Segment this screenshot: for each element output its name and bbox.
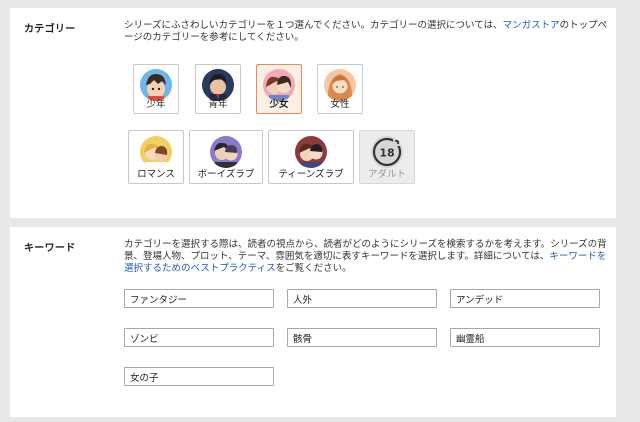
keyword-input-3[interactable] bbox=[450, 289, 600, 308]
teens-love-avatar-icon bbox=[295, 136, 327, 168]
keyword-input-7[interactable] bbox=[124, 367, 274, 386]
category-tile-label: 少女 bbox=[269, 99, 289, 110]
category-tile-label: アダルト bbox=[367, 169, 406, 180]
boys-love-avatar-icon bbox=[210, 136, 242, 168]
keyword-input-2[interactable] bbox=[287, 289, 437, 308]
category-tile-label: ティーンズラブ bbox=[278, 169, 344, 180]
category-tile-label: ロマンス bbox=[137, 169, 175, 180]
keyword-label: キーワード bbox=[24, 243, 76, 254]
category-tile-romance[interactable]: ロマンス bbox=[128, 130, 184, 184]
category-tile-josei[interactable]: 女性 bbox=[317, 64, 363, 114]
category-tile-label: 女性 bbox=[330, 99, 350, 110]
18-plus-icon-text: 18 bbox=[379, 147, 394, 160]
category-tile-boys-love[interactable]: ボーイズラブ bbox=[189, 130, 263, 184]
keyword-section: キーワード カテゴリーを選択する際は、読者の視点から、読者がどのようにシリーズを… bbox=[10, 227, 616, 417]
category-section: カテゴリー シリーズにふさわしいカテゴリーを１つ選んでください。カテゴリーの選択… bbox=[10, 8, 616, 218]
category-tile-shojo[interactable]: 少女 bbox=[256, 64, 302, 114]
category-tile-adult: 18 アダルト bbox=[359, 130, 415, 184]
category-tile-label: ボーイズラブ bbox=[197, 169, 255, 180]
keyword-description: カテゴリーを選択する際は、読者の視点から、読者がどのようにシリーズを検索するかを… bbox=[124, 239, 608, 275]
keyword-description-text-end: をご覧ください。 bbox=[275, 263, 352, 274]
18-plus-icon: 18 bbox=[371, 136, 403, 168]
category-label: カテゴリー bbox=[24, 24, 76, 35]
category-tile-label: 青年 bbox=[208, 99, 228, 110]
category-description-text: シリーズにふさわしいカテゴリーを１つ選んでください。カテゴリーの選択については、 bbox=[124, 20, 503, 31]
category-tile-seinen[interactable]: 青年 bbox=[195, 64, 241, 114]
keyword-input-4[interactable] bbox=[124, 328, 274, 347]
keyword-input-1[interactable] bbox=[124, 289, 274, 308]
category-tile-teens-love[interactable]: ティーンズラブ bbox=[268, 130, 354, 184]
category-description: シリーズにふさわしいカテゴリーを１つ選んでください。カテゴリーの選択については、… bbox=[124, 20, 608, 44]
category-tile-label: 少年 bbox=[146, 99, 166, 110]
category-tile-shonen[interactable]: 少年 bbox=[133, 64, 179, 114]
keyword-description-text: カテゴリーを選択する際は、読者の視点から、読者がどのようにシリーズを検索するかを… bbox=[124, 239, 607, 262]
keyword-input-5[interactable] bbox=[287, 328, 437, 347]
romance-couple-avatar-icon bbox=[140, 136, 172, 168]
manga-store-link[interactable]: マンガストア bbox=[503, 20, 560, 31]
keyword-input-6[interactable] bbox=[450, 328, 600, 347]
